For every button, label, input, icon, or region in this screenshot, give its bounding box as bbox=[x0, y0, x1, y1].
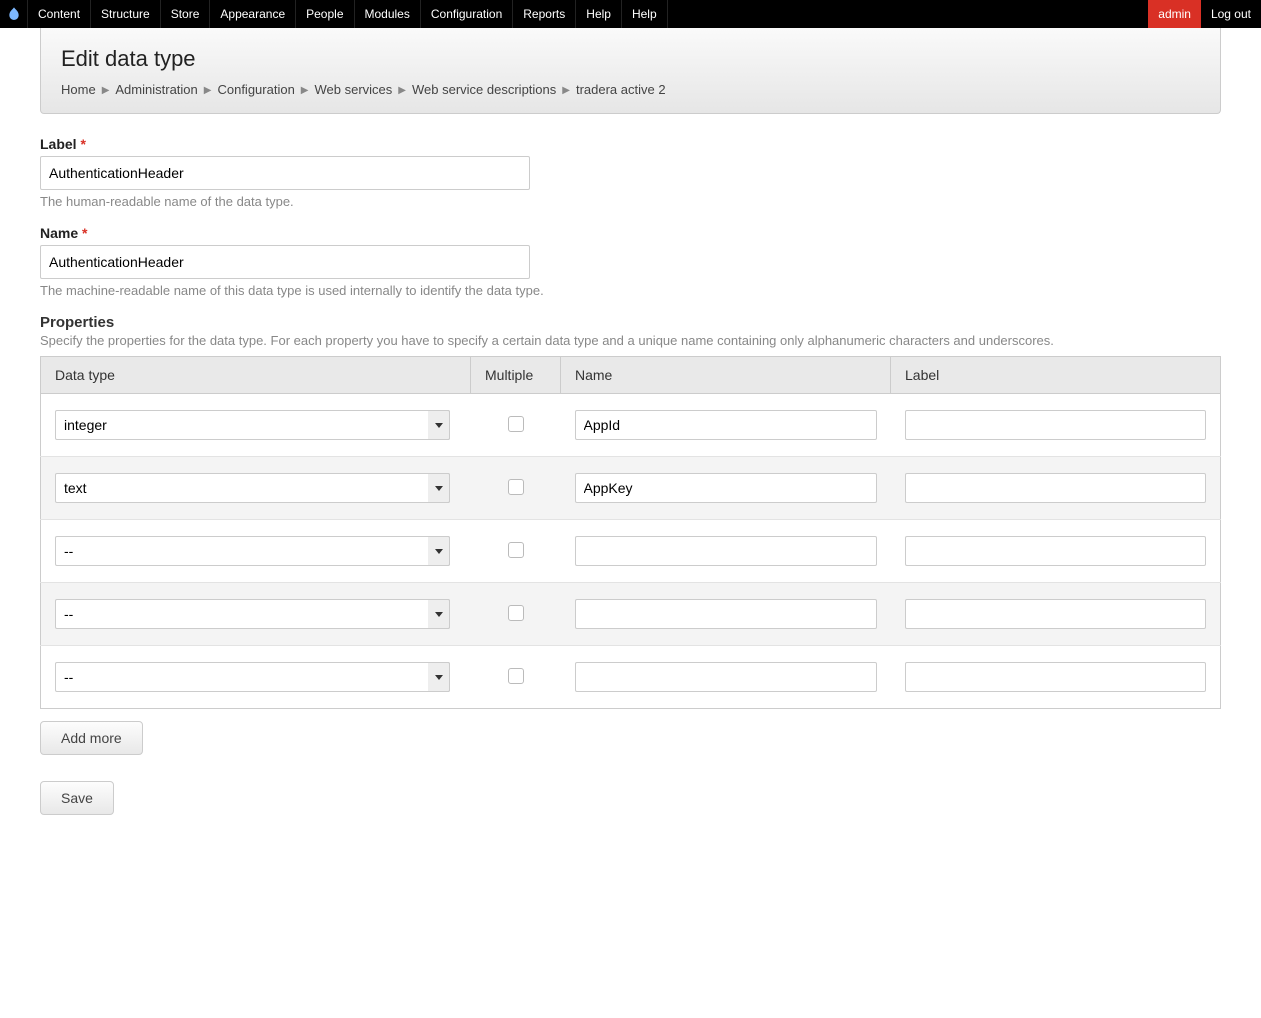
save-button[interactable]: Save bbox=[40, 781, 114, 815]
field-label: Label * The human-readable name of the d… bbox=[40, 136, 1221, 209]
toolbar-item-help[interactable]: Help bbox=[576, 0, 622, 28]
form: Label * The human-readable name of the d… bbox=[0, 114, 1261, 837]
breadcrumb-item[interactable]: tradera active 2 bbox=[576, 82, 666, 97]
chevron-right-icon: ▶ bbox=[398, 85, 406, 96]
property-row: -- bbox=[41, 646, 1221, 709]
breadcrumb-item[interactable]: Home bbox=[61, 82, 96, 97]
label-desc: The human-readable name of the data type… bbox=[40, 194, 1221, 209]
property-name-input[interactable] bbox=[575, 536, 877, 566]
admin-toolbar: ContentStructureStoreAppearancePeopleMod… bbox=[0, 0, 1261, 28]
toolbar-item-appearance[interactable]: Appearance bbox=[210, 0, 296, 28]
col-multiple: Multiple bbox=[471, 357, 561, 394]
chevron-right-icon: ▶ bbox=[301, 85, 309, 96]
toolbar-item-content[interactable]: Content bbox=[28, 0, 91, 28]
col-label: Label bbox=[891, 357, 1221, 394]
toolbar-item-reports[interactable]: Reports bbox=[513, 0, 576, 28]
required-marker: * bbox=[80, 136, 85, 152]
data-type-select[interactable]: -- bbox=[55, 662, 450, 692]
property-row: integer bbox=[41, 394, 1221, 457]
logout-link[interactable]: Log out bbox=[1201, 0, 1261, 28]
property-name-input[interactable] bbox=[575, 662, 877, 692]
data-type-select[interactable]: -- bbox=[55, 599, 450, 629]
label-input[interactable] bbox=[40, 156, 530, 190]
chevron-right-icon: ▶ bbox=[204, 85, 212, 96]
property-label-input[interactable] bbox=[905, 410, 1207, 440]
toolbar-item-store[interactable]: Store bbox=[161, 0, 211, 28]
toolbar-item-modules[interactable]: Modules bbox=[355, 0, 421, 28]
breadcrumb-item[interactable]: Web services bbox=[315, 82, 393, 97]
chevron-right-icon: ▶ bbox=[102, 85, 110, 96]
add-more-button[interactable]: Add more bbox=[40, 721, 143, 755]
properties-desc: Specify the properties for the data type… bbox=[40, 333, 1221, 348]
toolbar-item-help[interactable]: Help bbox=[622, 0, 668, 28]
toolbar-item-configuration[interactable]: Configuration bbox=[421, 0, 513, 28]
user-badge[interactable]: admin bbox=[1148, 0, 1201, 28]
breadcrumb-item[interactable]: Configuration bbox=[217, 82, 294, 97]
data-type-select[interactable]: text bbox=[55, 473, 450, 503]
property-label-input[interactable] bbox=[905, 473, 1207, 503]
col-name: Name bbox=[561, 357, 891, 394]
user-name: admin bbox=[1158, 7, 1191, 21]
properties-table: Data type Multiple Name Label integer tex… bbox=[40, 356, 1221, 709]
chevron-right-icon: ▶ bbox=[562, 85, 570, 96]
property-label-input[interactable] bbox=[905, 662, 1207, 692]
multiple-checkbox[interactable] bbox=[508, 479, 524, 495]
breadcrumb: Home ▶ Administration ▶ Configuration ▶ Web se… bbox=[61, 82, 1200, 97]
breadcrumb-item[interactable]: Administration bbox=[115, 82, 197, 97]
multiple-checkbox[interactable] bbox=[508, 605, 524, 621]
property-name-input[interactable] bbox=[575, 473, 877, 503]
required-marker: * bbox=[82, 225, 87, 241]
name-input[interactable] bbox=[40, 245, 530, 279]
multiple-checkbox[interactable] bbox=[508, 668, 524, 684]
property-row: -- bbox=[41, 520, 1221, 583]
drupal-logo-icon[interactable] bbox=[0, 0, 28, 28]
page-header: Edit data type Home ▶ Administration ▶ Confi… bbox=[40, 28, 1221, 114]
properties-heading: Properties bbox=[40, 314, 1221, 331]
toolbar-item-people[interactable]: People bbox=[296, 0, 354, 28]
field-name: Name * The machine-readable name of this… bbox=[40, 225, 1221, 298]
multiple-checkbox[interactable] bbox=[508, 416, 524, 432]
data-type-select[interactable]: integer bbox=[55, 410, 450, 440]
name-desc: The machine-readable name of this data t… bbox=[40, 283, 1221, 298]
property-row: text bbox=[41, 457, 1221, 520]
data-type-select[interactable]: -- bbox=[55, 536, 450, 566]
property-label-input[interactable] bbox=[905, 536, 1207, 566]
property-row: -- bbox=[41, 583, 1221, 646]
col-data-type: Data type bbox=[41, 357, 471, 394]
multiple-checkbox[interactable] bbox=[508, 542, 524, 558]
toolbar-item-structure[interactable]: Structure bbox=[91, 0, 161, 28]
property-label-input[interactable] bbox=[905, 599, 1207, 629]
property-name-input[interactable] bbox=[575, 599, 877, 629]
property-name-input[interactable] bbox=[575, 410, 877, 440]
breadcrumb-item[interactable]: Web service descriptions bbox=[412, 82, 556, 97]
page-title: Edit data type bbox=[61, 46, 1200, 72]
